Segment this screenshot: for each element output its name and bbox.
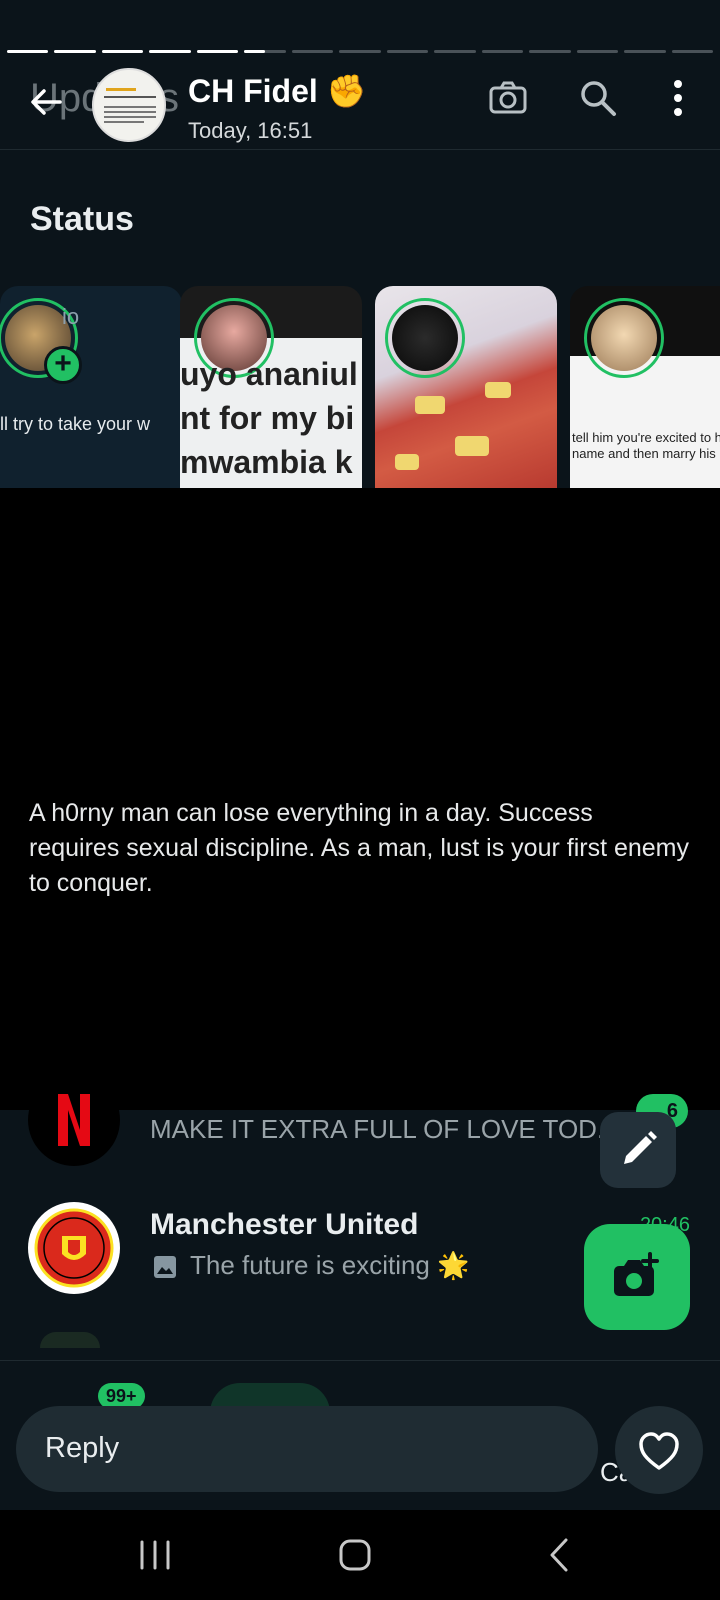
system-navigation-bar xyxy=(0,1510,720,1600)
my-status-card[interactable]: io + ll try to take your w xyxy=(0,286,182,488)
recent-apps-icon[interactable] xyxy=(130,1530,180,1580)
search-icon[interactable] xyxy=(576,76,620,120)
progress-segment-fill xyxy=(244,50,266,53)
progress-segment xyxy=(386,50,429,53)
more-options-icon[interactable] xyxy=(656,76,700,120)
progress-segment xyxy=(576,50,619,53)
progress-segment xyxy=(54,50,96,53)
chat-avatar xyxy=(28,1202,120,1294)
progress-segment xyxy=(434,50,476,53)
back-nav-icon[interactable] xyxy=(535,1530,585,1580)
add-status-icon[interactable]: + xyxy=(44,346,82,384)
status-card-text: uyo ananiul xyxy=(180,356,358,392)
status-content[interactable]: A h0rny man can lose everything in a day… xyxy=(0,488,720,1110)
new-text-status-button[interactable] xyxy=(600,1112,676,1188)
like-status-button[interactable] xyxy=(615,1406,703,1494)
pencil-icon xyxy=(624,1131,657,1164)
status-header: Updates CH Fidel ✊ Today, 16:51 xyxy=(0,60,720,150)
status-avatar xyxy=(385,298,465,378)
status-timestamp: Today, 16:51 xyxy=(188,118,313,143)
camera-icon[interactable] xyxy=(486,76,530,120)
home-icon[interactable] xyxy=(330,1530,380,1580)
status-card[interactable] xyxy=(375,286,557,488)
manchester-united-crest-icon xyxy=(34,1208,114,1288)
status-card[interactable]: tell him you're excited to have l name a… xyxy=(570,286,720,488)
reply-placeholder: Reply xyxy=(45,1432,120,1464)
status-cards-row: io + ll try to take your w uyo ananiul n… xyxy=(0,286,720,488)
progress-segment xyxy=(671,50,714,53)
chat-avatar xyxy=(28,1074,120,1166)
progress-segment xyxy=(529,50,571,53)
chat-row-partial xyxy=(40,1332,100,1348)
progress-segment xyxy=(481,50,524,53)
progress-segment xyxy=(149,50,191,53)
progress-segment xyxy=(244,50,286,53)
chat-last-message: The future is exciting 🌟 xyxy=(190,1250,470,1280)
new-camera-status-button[interactable] xyxy=(584,1224,690,1330)
status-section-heading: Status xyxy=(30,200,134,238)
heart-icon xyxy=(639,1432,679,1470)
netflix-logo-icon xyxy=(58,1094,90,1146)
status-card[interactable]: uyo ananiul nt for my bi mwambia k xyxy=(180,286,362,488)
chat-name: Manchester United xyxy=(150,1208,419,1241)
progress-segment xyxy=(7,50,49,53)
status-avatar xyxy=(584,298,664,378)
contact-name[interactable]: CH Fidel ✊ xyxy=(188,72,367,110)
status-progress-bar xyxy=(7,50,714,53)
progress-segment xyxy=(624,50,666,53)
chat-last-message: MAKE IT EXTRA FULL OF LOVE TOD... xyxy=(150,1114,619,1144)
progress-segment xyxy=(196,50,239,53)
status-card-text: ll try to take your w xyxy=(0,414,151,434)
camera-add-icon xyxy=(614,1252,659,1296)
contact-avatar[interactable] xyxy=(92,68,166,142)
reply-input[interactable]: Reply xyxy=(16,1406,598,1492)
status-caption: A h0rny man can lose everything in a day… xyxy=(29,799,689,897)
progress-segment xyxy=(101,50,144,53)
progress-segment xyxy=(339,50,381,53)
status-card-text: tell him you're excited to have l xyxy=(572,430,720,445)
image-icon xyxy=(154,1256,176,1278)
progress-segment xyxy=(291,50,334,53)
back-arrow-icon[interactable] xyxy=(26,82,66,122)
